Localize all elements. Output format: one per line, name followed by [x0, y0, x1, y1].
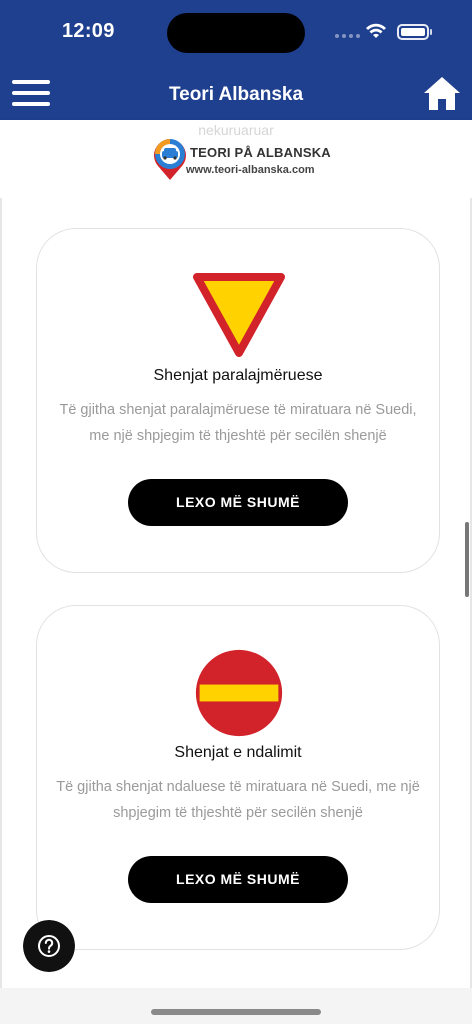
read-more-button[interactable]: LEXO MË SHUMË — [128, 479, 348, 526]
battery-icon — [397, 24, 432, 40]
logo-ghost-text: nekuruaruar — [198, 122, 274, 138]
logo-title: TEORI PÅ ALBANSKA — [190, 145, 331, 160]
card-title: Shenjat e ndalimit — [174, 744, 302, 761]
logo-banner[interactable]: nekuruaruar TEORI PÅ ALBANSKA www.teori-… — [0, 120, 472, 198]
card-description: Të gjitha shenjat paralajmëruese të mira… — [59, 402, 417, 444]
status-bar: 12:09 — [0, 0, 472, 64]
card-title: Shenjat paralajmëruese — [153, 367, 323, 384]
main-content: Shenjat paralajmëruese Të gjitha shenjat… — [0, 198, 472, 988]
dynamic-island — [167, 13, 305, 53]
cellular-signal-icon — [335, 34, 360, 38]
status-time: 12:09 — [62, 20, 115, 42]
top-navbar: Teori Albanska — [0, 64, 472, 120]
help-button[interactable] — [23, 920, 75, 972]
home-indicator[interactable] — [151, 1009, 321, 1015]
page-title: Teori Albanska — [168, 84, 304, 105]
scrollbar-thumb[interactable] — [465, 522, 469, 597]
card-description: Të gjitha shenjat ndaluese të miratuara … — [56, 779, 420, 821]
category-card-warning: Shenjat paralajmëruese Të gjitha shenjat… — [36, 228, 440, 573]
no-entry-sign-icon — [195, 649, 283, 737]
home-icon[interactable] — [422, 74, 462, 112]
wifi-icon — [366, 23, 386, 38]
warning-triangle-sign-icon — [193, 273, 285, 357]
read-more-button[interactable]: LEXO MË SHUMË — [128, 856, 348, 903]
category-card-prohibition: Shenjat e ndalimit Të gjitha shenjat nda… — [36, 605, 440, 950]
logo-pin-icon — [154, 139, 186, 180]
logo-url: www.teori-albanska.com — [186, 164, 315, 176]
